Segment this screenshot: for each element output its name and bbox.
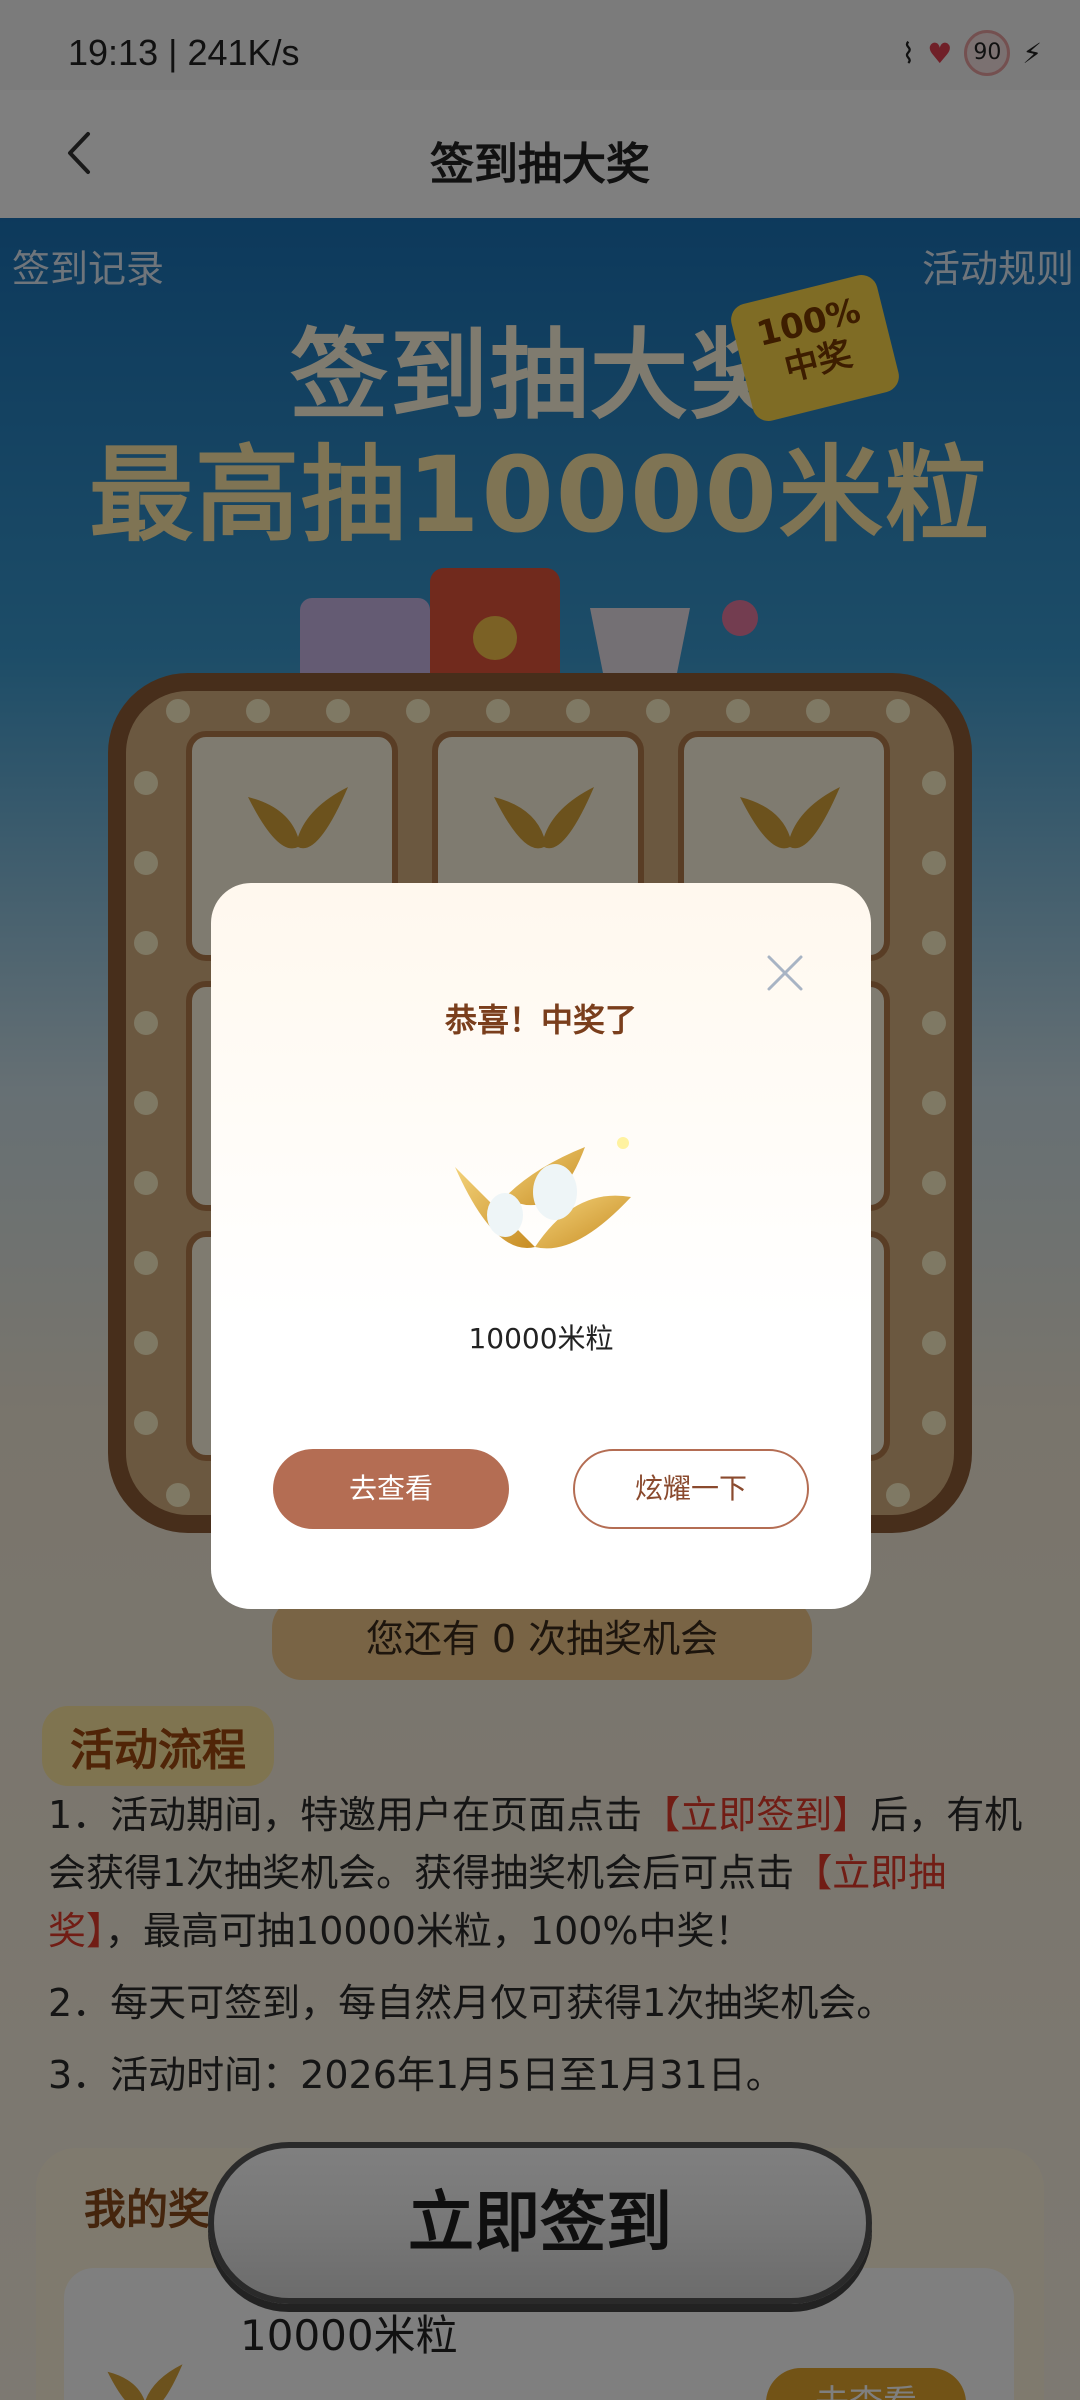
view-button[interactable]: 去查看 xyxy=(273,1449,509,1529)
prize-modal: 恭喜！中奖了 10000米粒 去查看 炫耀一下 xyxy=(211,883,871,1609)
leaf-coin-icon xyxy=(455,1137,631,1249)
share-button[interactable]: 炫耀一下 xyxy=(573,1449,809,1529)
modal-prize-text: 10000米粒 xyxy=(468,1322,614,1355)
modal-title: 恭喜！中奖了 xyxy=(444,1001,637,1039)
close-icon[interactable] xyxy=(765,953,805,993)
